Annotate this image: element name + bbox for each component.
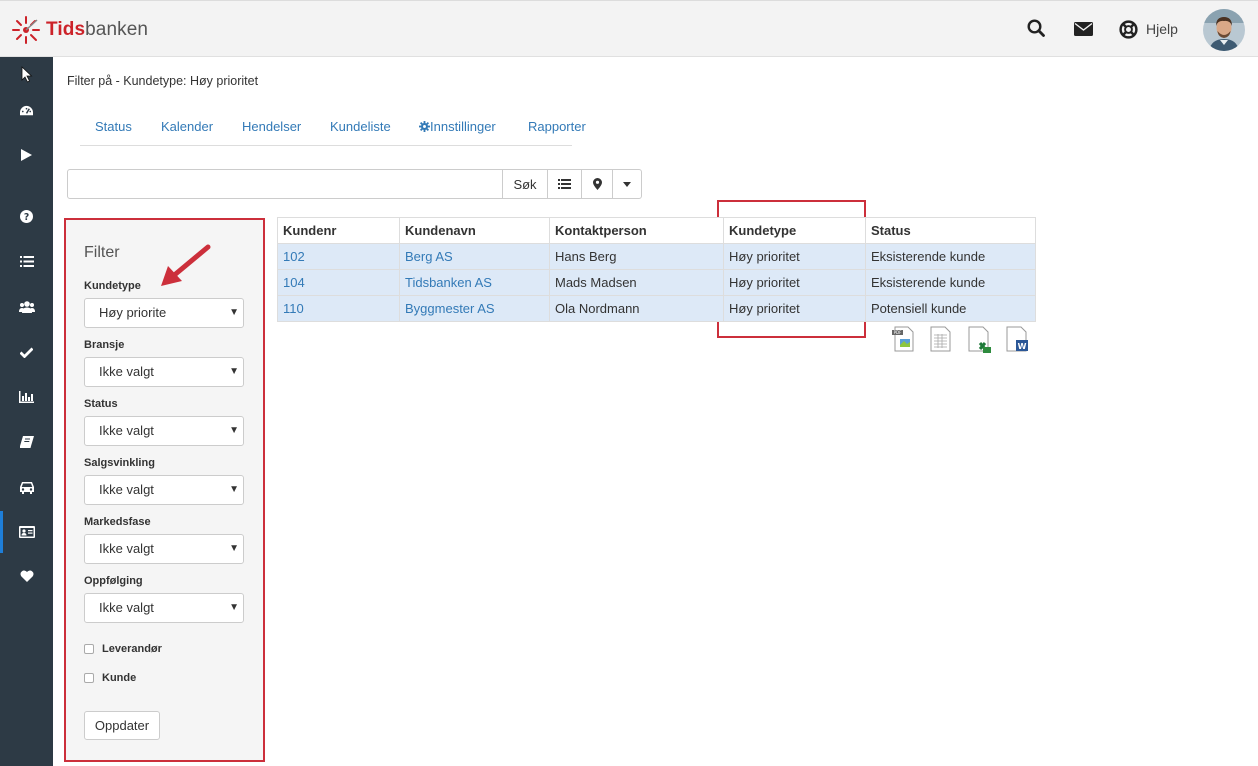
svg-text:?: ?	[24, 212, 29, 223]
tab-events[interactable]: Hendelser	[242, 119, 301, 134]
lifebuoy-icon[interactable]	[1119, 20, 1138, 39]
pdf-export-icon[interactable]: PDF	[890, 325, 916, 353]
sidebar-item-users[interactable]	[0, 292, 53, 322]
logo-part1: Tids	[46, 19, 86, 40]
cell-kontaktperson: Mads Madsen	[549, 269, 724, 296]
search-button[interactable]: Søk	[502, 169, 548, 199]
sidebar-item-dashboard[interactable]	[0, 96, 53, 126]
heart-icon	[20, 570, 33, 582]
table-row[interactable]: 102 Berg AS Hans Berg Høy prioritet Eksi…	[277, 243, 1036, 270]
tab-status[interactable]: Status	[95, 119, 132, 134]
cell-kundetype: Høy prioritet	[723, 243, 866, 270]
column-header-status[interactable]: Status	[865, 217, 1036, 244]
tab-settings-label: Innstillinger	[430, 119, 496, 134]
cell-kundenavn[interactable]: Berg AS	[399, 243, 550, 270]
excel-export-icon[interactable]	[966, 325, 994, 355]
list-view-button[interactable]	[547, 169, 582, 199]
cursor-icon	[21, 65, 33, 83]
car-icon	[19, 481, 34, 494]
table-row[interactable]: 110 Byggmester AS Ola Nordmann Høy prior…	[277, 295, 1036, 322]
book-icon	[19, 436, 34, 448]
mail-icon[interactable]	[1074, 22, 1093, 36]
column-header-kundenavn[interactable]: Kundenavn	[399, 217, 550, 244]
sidebar-item-tasks[interactable]	[0, 337, 53, 367]
logo-text: Tidsbanken	[46, 19, 148, 41]
caret-down-icon	[623, 181, 631, 187]
sidebar-item-vehicles[interactable]	[0, 472, 53, 502]
play-icon	[21, 149, 32, 161]
map-marker-icon	[592, 178, 602, 190]
annotation-arrow-icon	[161, 244, 211, 286]
sidebar-item-play[interactable]	[0, 140, 53, 170]
sidebar-item-collapse[interactable]	[0, 59, 53, 89]
filter-highlight-box	[64, 218, 265, 762]
tab-reports[interactable]: Rapporter	[528, 119, 586, 134]
table-row[interactable]: 104 Tidsbanken AS Mads Madsen Høy priori…	[277, 269, 1036, 296]
cell-kundenr[interactable]: 102	[277, 243, 400, 270]
cell-status: Eksisterende kunde	[865, 243, 1036, 270]
logo-part2: banken	[85, 19, 149, 40]
cell-status: Potensiell kunde	[865, 295, 1036, 322]
dashboard-icon	[20, 105, 33, 115]
tab-customer-list[interactable]: Kundeliste	[330, 119, 391, 134]
sidebar-item-help[interactable]: ?	[0, 201, 53, 231]
sidebar: ?	[0, 57, 53, 766]
bar-chart-icon	[19, 391, 34, 403]
breadcrumb: Filter på - Kundetype: Høy prioritet	[67, 74, 259, 88]
check-icon	[20, 347, 33, 358]
cell-kontaktperson: Ola Nordmann	[549, 295, 724, 322]
top-bar: Tidsbanken Hjelp	[0, 0, 1258, 57]
list-icon	[19, 255, 34, 267]
users-icon	[18, 301, 35, 313]
tab-bar: Status Kalender Hendelser Kundeliste Inn…	[80, 112, 586, 146]
map-view-button[interactable]	[581, 169, 613, 199]
id-card-icon	[18, 526, 35, 538]
tab-calendar[interactable]: Kalender	[161, 119, 213, 134]
column-header-kundetype[interactable]: Kundetype	[723, 217, 866, 244]
logo[interactable]: Tidsbanken	[11, 15, 148, 45]
cell-kundetype: Høy prioritet	[723, 269, 866, 296]
sidebar-item-customers[interactable]	[0, 517, 53, 547]
cell-kundetype: Høy prioritet	[723, 295, 866, 322]
cell-kundenr[interactable]: 104	[277, 269, 400, 296]
sidebar-item-reports[interactable]	[0, 382, 53, 412]
csv-export-icon[interactable]	[928, 325, 954, 353]
cell-kontaktperson: Hans Berg	[549, 243, 724, 270]
sidebar-item-book[interactable]	[0, 427, 53, 457]
search-icon[interactable]	[1027, 19, 1045, 39]
table-header-row: Kundenr Kundenavn Kontaktperson Kundetyp…	[277, 217, 1036, 244]
logo-icon	[12, 16, 40, 44]
customer-table: Kundenr Kundenavn Kontaktperson Kundetyp…	[277, 217, 1036, 322]
gear-icon	[419, 121, 430, 132]
list-view-icon	[558, 179, 571, 189]
sidebar-item-favorites[interactable]	[0, 561, 53, 591]
cell-kundenavn[interactable]: Byggmester AS	[399, 295, 550, 322]
help-icon: ?	[20, 209, 33, 223]
sidebar-item-list[interactable]	[0, 246, 53, 276]
cell-kundenr[interactable]: 110	[277, 295, 400, 322]
svg-text:PDF: PDF	[894, 330, 902, 335]
svg-text:W: W	[1018, 342, 1027, 351]
help-link[interactable]: Hjelp	[1146, 21, 1178, 37]
cell-kundenavn[interactable]: Tidsbanken AS	[399, 269, 550, 296]
column-header-kontaktperson[interactable]: Kontaktperson	[549, 217, 724, 244]
search-input[interactable]	[67, 169, 503, 199]
tab-settings[interactable]: Innstillinger	[419, 119, 496, 134]
word-export-icon[interactable]: W	[1004, 325, 1032, 355]
search-options-dropdown[interactable]	[612, 169, 642, 199]
column-header-kundenr[interactable]: Kundenr	[277, 217, 400, 244]
cell-status: Eksisterende kunde	[865, 269, 1036, 296]
avatar[interactable]	[1203, 9, 1245, 51]
avatar-image	[1203, 9, 1245, 51]
